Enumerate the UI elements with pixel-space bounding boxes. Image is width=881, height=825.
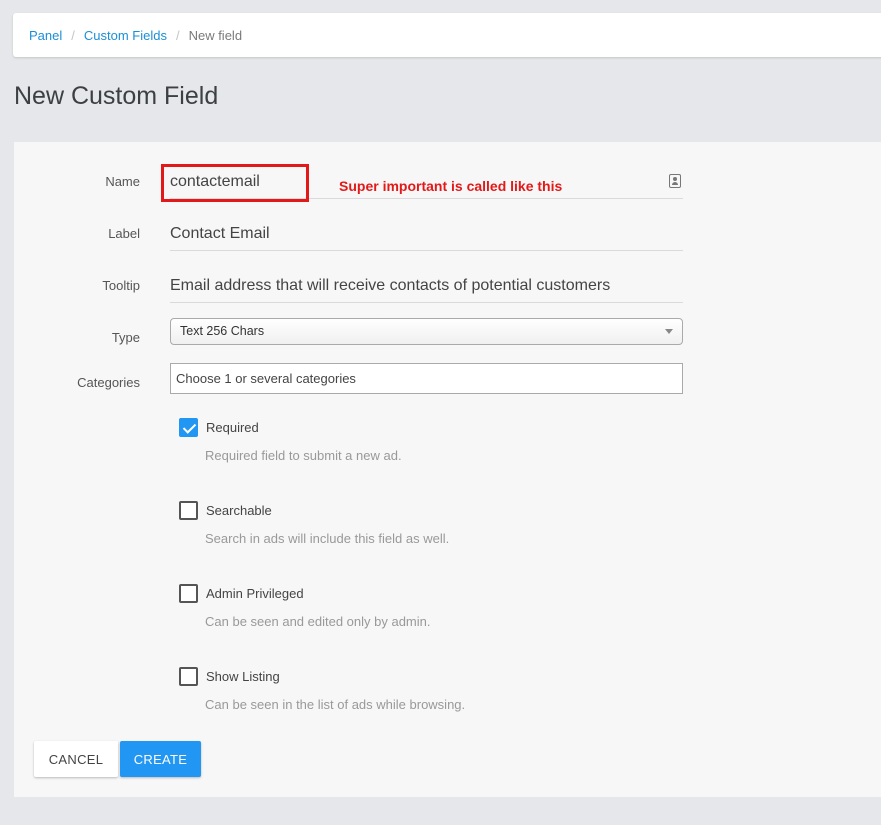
contact-card-icon[interactable] <box>669 174 681 188</box>
cancel-button[interactable]: CANCEL <box>34 741 118 777</box>
breadcrumb-custom-fields-link[interactable]: Custom Fields <box>84 28 167 43</box>
show-listing-checkbox[interactable] <box>179 667 198 686</box>
required-help-text: Required field to submit a new ad. <box>205 448 402 463</box>
label-field[interactable]: Contact Email <box>170 207 683 251</box>
categories-label: Categories <box>77 375 140 390</box>
searchable-help-text: Search in ads will include this field as… <box>205 531 450 546</box>
breadcrumb-separator: / <box>175 27 180 43</box>
searchable-label[interactable]: Searchable <box>206 503 272 518</box>
breadcrumb: Panel / Custom Fields / New field <box>13 13 881 57</box>
admin-privileged-label[interactable]: Admin Privileged <box>206 586 304 601</box>
label-field-label: Label <box>108 226 140 241</box>
required-label[interactable]: Required <box>206 420 259 435</box>
annotation-text: Super important is called like this <box>339 178 563 194</box>
required-checkbox[interactable] <box>179 418 198 437</box>
admin-privileged-help-text: Can be seen and edited only by admin. <box>205 614 431 629</box>
type-label: Type <box>111 330 140 345</box>
categories-placeholder: Choose 1 or several categories <box>176 371 356 386</box>
type-selected-value: Text 256 Chars <box>180 324 265 338</box>
name-label: Name <box>105 174 140 189</box>
caret-down-icon <box>665 329 673 334</box>
breadcrumb-current: New field <box>188 27 243 43</box>
breadcrumb-panel-link[interactable]: Panel <box>29 28 62 43</box>
label-value: Contact Email <box>170 225 270 242</box>
admin-privileged-checkbox[interactable] <box>179 584 198 603</box>
breadcrumb-separator: / <box>71 27 75 43</box>
tooltip-label: Tooltip <box>102 278 140 293</box>
annotation-highlight-box <box>161 164 309 202</box>
page-title: New Custom Field <box>14 82 219 110</box>
searchable-checkbox[interactable] <box>179 501 198 520</box>
type-select[interactable]: Text 256 Chars <box>170 318 683 345</box>
categories-multiselect[interactable]: Choose 1 or several categories <box>170 363 683 394</box>
show-listing-label[interactable]: Show Listing <box>206 669 280 684</box>
tooltip-value: Email address that will receive contacts… <box>170 277 611 294</box>
tooltip-field[interactable]: Email address that will receive contacts… <box>170 259 683 303</box>
show-listing-help-text: Can be seen in the list of ads while bro… <box>205 697 466 712</box>
create-button[interactable]: CREATE <box>120 741 201 777</box>
form-card: Name contactemail Super important is cal… <box>14 142 881 797</box>
